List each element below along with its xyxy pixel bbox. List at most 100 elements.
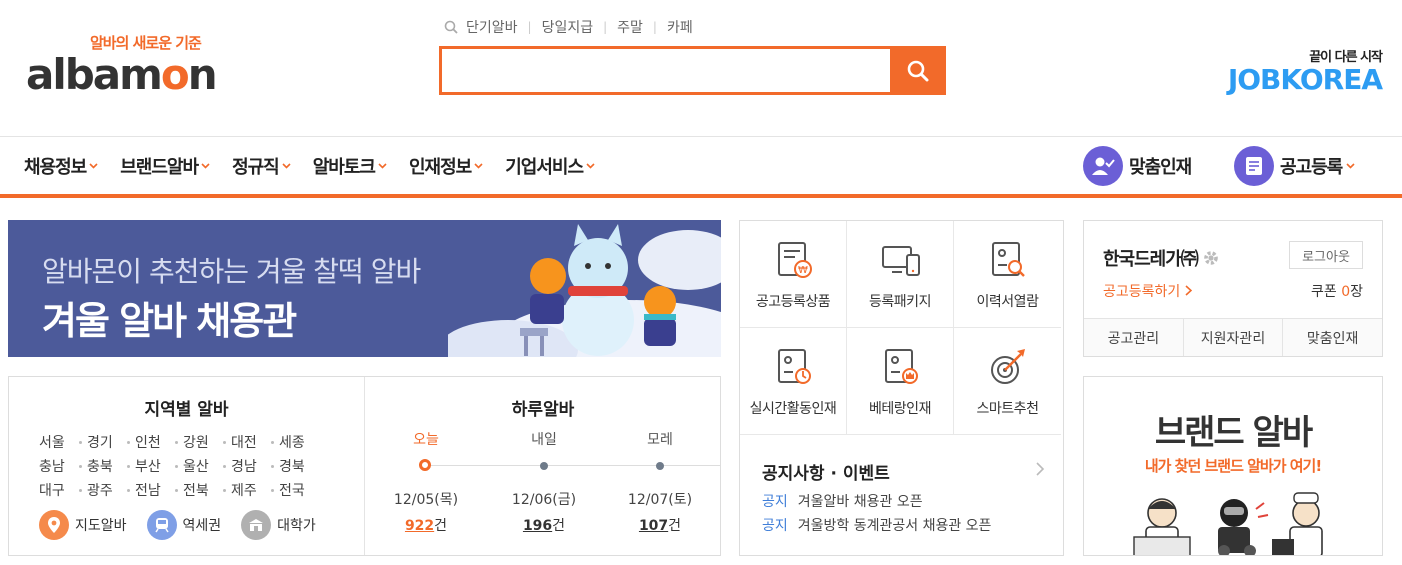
login-tabs: 공고관리 지원자관리 맞춤인재 [1084,318,1382,356]
nav-item-talent[interactable]: 인재정보 [409,153,483,179]
region-label: 대구 [39,483,65,499]
nav-item-recruit[interactable]: 채용정보 [24,153,98,179]
service-post-product[interactable]: ₩ 공고등록상품 [740,221,847,328]
quick-link-3[interactable]: 카페 [667,17,693,37]
map-pin-icon [39,510,69,540]
region-title: 지역별 알바 [144,400,229,420]
region-item[interactable]: 세종 [279,432,327,452]
region-label: 대전 [231,435,257,451]
timeline-dot [540,462,548,470]
service-veteran[interactable]: 베테랑인재 [847,328,954,435]
banner-title: 겨울 알바 채용관 [42,299,297,343]
map-alba-label: 지도알바 [75,518,127,534]
document-icon [1234,145,1274,186]
region-item[interactable]: 대구 [39,480,87,500]
service-label: 등록패키지 [869,294,931,310]
realtime-profile-icon [778,349,811,384]
nav-label: 정규직 [232,156,280,178]
nav-label: 알바토크 [312,156,376,178]
region-item[interactable]: 전남 [135,480,183,500]
region-item[interactable]: 서울 [39,432,87,452]
count-unit: 건 [552,518,566,534]
chevron-down-icon [89,162,98,169]
region-item[interactable]: 경기 [87,432,135,452]
brand-alba-box[interactable]: 브랜드 알바 내가 찾던 브랜드 알바가 여기! [1083,376,1383,556]
nav-item-business[interactable]: 기업서비스 [505,153,595,179]
tab-matching-talent[interactable]: 맞춤인재 [1283,319,1382,356]
coupon-unit: 장 [1350,284,1363,300]
service-smart[interactable]: 스마트추천 [954,328,1061,435]
region-item[interactable]: 전북 [183,480,231,500]
daily-section: 하루알바 오늘 12/05(목) 922건 내일 12/06(금) 196건 모… [366,377,720,555]
service-resume[interactable]: 이력서열람 [954,221,1061,328]
jobkorea-wordmark: JOBKOREA [1227,63,1383,96]
chevron-down-icon [474,162,483,169]
post-product-icon: ₩ [778,242,812,278]
count-value[interactable]: 922 [405,518,434,534]
search-box [439,46,946,95]
region-item[interactable]: 인천 [135,432,183,452]
service-label: 스마트추천 [976,401,1039,417]
search-input[interactable] [442,49,890,92]
notice-item[interactable]: 공지 겨울알바 채용관 오픈 [762,491,923,511]
nav-post[interactable]: 공고등록 [1234,137,1355,194]
winter-banner[interactable]: 알바몬이 추천하는 겨울 찰떡 알바 겨울 알바 채용관 [8,220,721,357]
region-item[interactable]: 전국 [279,480,327,500]
day-date: 12/06(금) [511,492,577,508]
tab-job-management[interactable]: 공고관리 [1084,319,1184,356]
logout-button[interactable]: 로그아웃 [1289,241,1363,269]
region-box: 지역별 알바 서울 경기 인천 강원 대전 세종 충남 충북 부산 울산 경남 … [8,376,721,556]
notice-item[interactable]: 공지 겨울방학 동계관공서 채용관 오픈 [762,515,991,535]
map-alba-link[interactable]: 지도알바 [39,510,127,540]
post-job-link[interactable]: 공고등록하기 [1103,281,1192,301]
region-item[interactable]: 강원 [183,432,231,452]
nav-matching[interactable]: 맞춤인재 [1083,137,1192,194]
coupon-count[interactable]: 쿠폰 0장 [1311,281,1363,301]
nav-item-fulltime[interactable]: 정규직 [232,153,291,179]
quick-link-0[interactable]: 단기알바 [466,17,518,37]
region-item[interactable]: 경북 [279,456,327,476]
notice-tag: 공지 [762,518,788,534]
notice-section: 공지사항 · 이벤트 공지 겨울알바 채용관 오픈 공지 겨울방학 동계관공서 채용… [740,435,1063,555]
service-realtime[interactable]: 실시간활동인재 [740,328,847,435]
count-value[interactable]: 107 [639,518,668,534]
albamon-logo[interactable]: 알바의 새로운 기준 albamon [26,30,226,100]
region-item[interactable]: 제주 [231,480,279,500]
post-job-label: 공고등록하기 [1103,284,1181,300]
quick-links: 단기알바 | 당일지급 | 주말 | 카페 [444,16,693,38]
service-package[interactable]: 등록패키지 [847,221,954,328]
campus-link[interactable]: 대학가 [241,510,316,540]
day-label: 모레 [647,432,673,448]
station-link[interactable]: 역세권 [146,510,221,540]
subway-icon [146,510,177,540]
region-item[interactable]: 울산 [183,456,231,476]
chevron-right-icon[interactable] [1035,461,1045,477]
search-icon [444,20,458,34]
quick-link-1[interactable]: 당일지급 [542,17,594,37]
chevron-down-icon [586,162,595,169]
tab-applicant-management[interactable]: 지원자관리 [1184,319,1284,356]
notice-title[interactable]: 공지사항 · 이벤트 [762,459,890,484]
gear-icon[interactable] [1202,249,1220,267]
region-item[interactable]: 대전 [231,432,279,452]
post-label: 공고등록 [1280,156,1343,178]
jobkorea-logo[interactable]: 끝이 다른 시작 JOBKOREA [1227,46,1383,96]
region-label: 전국 [279,483,305,499]
nav-item-brand[interactable]: 브랜드알바 [120,153,210,179]
nav-item-talk[interactable]: 알바토크 [313,153,387,179]
count-unit: 건 [668,518,682,534]
day-date: 12/05(목) [393,492,459,508]
region-item[interactable]: 경남 [231,456,279,476]
quick-link-2[interactable]: 주말 [617,17,643,37]
snowman-illustration [448,224,721,357]
region-item[interactable]: 부산 [135,456,183,476]
region-item[interactable]: 충남 [39,456,87,476]
svg-text:₩: ₩ [798,265,808,276]
brand-subtitle: 내가 찾던 브랜드 알바가 여기! [1144,457,1322,475]
region-item[interactable]: 충북 [87,456,135,476]
campus-icon [241,510,272,540]
search-button[interactable] [890,46,946,95]
count-value[interactable]: 196 [523,518,552,534]
region-item[interactable]: 광주 [87,480,135,500]
region-label: 서울 [39,435,65,451]
